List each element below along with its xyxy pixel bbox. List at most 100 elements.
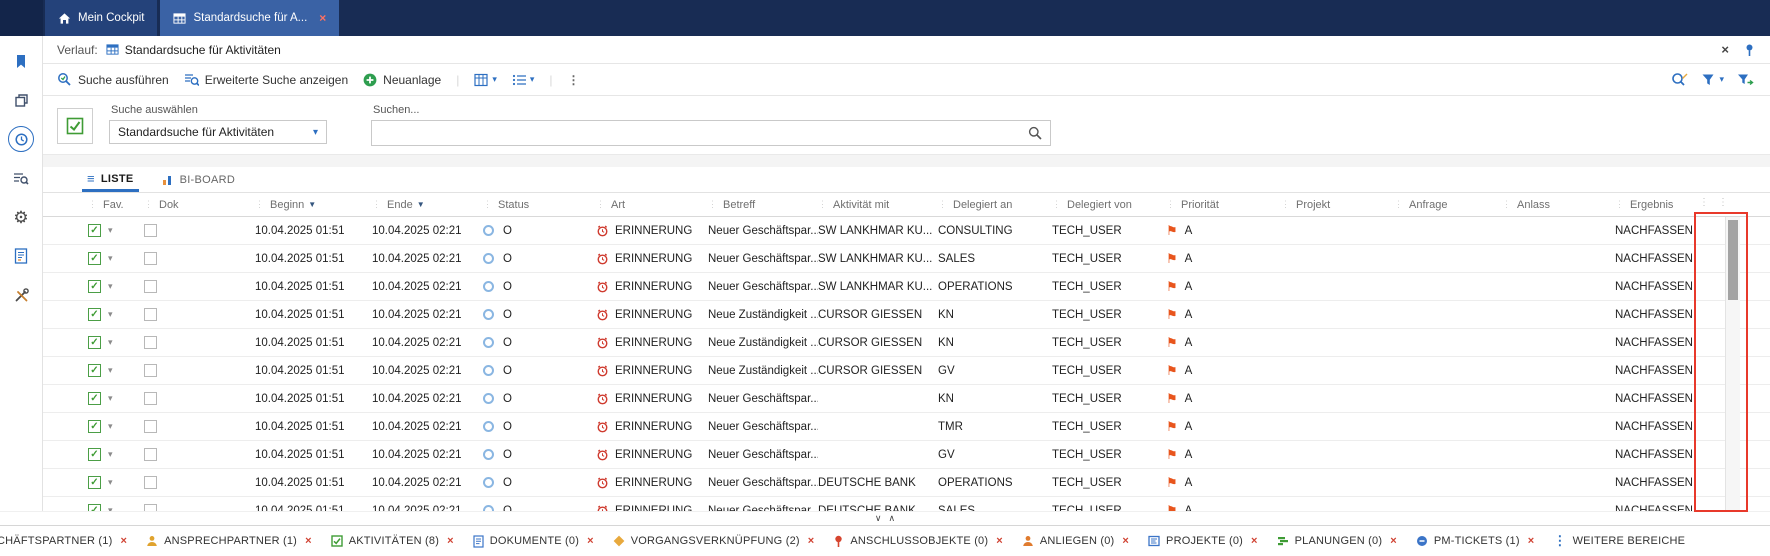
table-row[interactable]: ✓ ▾ 10.04.2025 01:51 10.04.2025 02:21 O <box>43 329 1770 357</box>
bottom-tab-geschaeftspartner[interactable]: CHÄFTSPARTNER (1) × <box>0 535 127 547</box>
document-checkbox[interactable] <box>144 504 157 511</box>
bottom-tab-aktivitaeten[interactable]: AKTIVITÄTEN (8) × <box>331 535 454 547</box>
favorite-checkbox[interactable]: ✓ <box>88 448 101 461</box>
column-header-dok[interactable]: Dok <box>144 199 255 211</box>
close-icon[interactable]: × <box>1390 535 1397 547</box>
bottom-tab-ansprechpartner[interactable]: ANSPRECHPARTNER (1) × <box>146 535 312 547</box>
document-checkbox[interactable] <box>144 392 157 405</box>
close-icon[interactable]: × <box>120 535 127 547</box>
document-checkbox[interactable] <box>144 448 157 461</box>
document-checkbox[interactable] <box>144 308 157 321</box>
filter-icon[interactable]: ▾ <box>1701 73 1724 87</box>
table-row[interactable]: ✓ ▾ 10.04.2025 01:51 10.04.2025 02:21 O <box>43 245 1770 273</box>
favorite-checkbox[interactable]: ✓ <box>88 392 101 405</box>
bottom-tab-pm-tickets[interactable]: PM-TICKETS (1) × <box>1416 535 1535 547</box>
bottom-tab-anschlussobjekte[interactable]: ANSCHLUSSOBJEKTE (0) × <box>833 535 1003 548</box>
close-icon[interactable]: × <box>447 535 454 547</box>
table-row[interactable]: ✓ ▾ 10.04.2025 01:51 10.04.2025 02:21 O <box>43 413 1770 441</box>
filter-apply-icon[interactable] <box>1737 73 1754 87</box>
close-icon[interactable]: × <box>1251 535 1258 547</box>
chevron-down-icon[interactable]: ▾ <box>108 449 113 460</box>
chevron-down-icon[interactable]: ▾ <box>108 477 113 488</box>
column-header-prioritaet[interactable]: Priorität <box>1166 199 1281 211</box>
chevron-down-icon[interactable]: ▾ <box>108 281 113 292</box>
history-entry[interactable]: Standardsuche für Aktivitäten <box>106 43 281 57</box>
bottom-tab-vorgangsverknuepfung[interactable]: VORGANGSVERKNÜPFUNG (2) × <box>613 535 815 547</box>
favorite-checkbox[interactable]: ✓ <box>88 364 101 377</box>
more-actions-icon[interactable]: ⋮ <box>568 73 580 87</box>
bottom-tab-dokumente[interactable]: DOKUMENTE (0) × <box>473 535 594 548</box>
chevron-down-icon[interactable]: ▾ <box>108 505 113 511</box>
bottom-tab-anliegen[interactable]: ANLIEGEN (0) × <box>1022 535 1129 547</box>
vertical-scrollbar[interactable] <box>1725 217 1740 511</box>
favorite-checkbox[interactable]: ✓ <box>88 308 101 321</box>
search-input[interactable] <box>380 125 1028 141</box>
close-panel-icon[interactable]: × <box>1721 42 1729 57</box>
column-header-fav[interactable]: Fav. <box>88 199 144 211</box>
column-header-ende[interactable]: Ende▼ <box>372 199 483 211</box>
chevron-down-icon[interactable]: ▾ <box>108 421 113 432</box>
table-row[interactable]: ✓ ▾ 10.04.2025 01:51 10.04.2025 02:21 O <box>43 217 1770 245</box>
edit-search-icon[interactable] <box>1671 72 1688 88</box>
history-clock-icon[interactable] <box>8 126 34 152</box>
bottom-tab-planungen[interactable]: PLANUNGEN (0) × <box>1277 535 1397 547</box>
favorite-checkbox[interactable]: ✓ <box>88 252 101 265</box>
column-header-delegiert-an[interactable]: Delegiert an <box>938 199 1052 211</box>
close-icon[interactable]: × <box>1528 535 1535 547</box>
pin-icon[interactable] <box>1743 43 1756 57</box>
column-header-projekt[interactable]: Projekt <box>1281 199 1394 211</box>
chevron-down-icon[interactable]: ▾ <box>108 253 113 264</box>
advanced-search-button[interactable]: Erweiterte Suche anzeigen <box>184 72 348 87</box>
search-icon[interactable] <box>1028 126 1042 140</box>
favorite-checkbox[interactable]: ✓ <box>88 476 101 489</box>
list-view-button[interactable]: ▾ <box>512 73 535 87</box>
collapse-up-icon[interactable]: ∧ <box>889 513 896 524</box>
chevron-down-icon[interactable]: ▾ <box>108 337 113 348</box>
admin-tools-icon[interactable] <box>8 282 34 308</box>
column-header-aktivitaet-mit[interactable]: Aktivität mit <box>818 199 938 211</box>
favorite-checkbox[interactable]: ✓ <box>88 420 101 433</box>
table-row[interactable]: ✓ ▾ 10.04.2025 01:51 10.04.2025 02:21 O <box>43 301 1770 329</box>
close-icon[interactable]: × <box>587 535 594 547</box>
document-checkbox[interactable] <box>144 252 157 265</box>
search-list-icon[interactable] <box>8 165 34 191</box>
chevron-down-icon[interactable]: ▾ <box>108 309 113 320</box>
column-resize-handles[interactable]: ⋮⋮ <box>1699 197 1728 208</box>
tab-standardsuche[interactable]: Standardsuche für A... × <box>160 0 339 36</box>
search-select[interactable]: Standardsuche für Aktivitäten ▾ <box>109 120 327 144</box>
table-row[interactable]: ✓ ▾ 10.04.2025 01:51 10.04.2025 02:21 O <box>43 273 1770 301</box>
tab-mein-cockpit[interactable]: Mein Cockpit <box>45 0 157 36</box>
document-checkbox[interactable] <box>144 476 157 489</box>
table-row[interactable]: ✓ ▾ 10.04.2025 01:51 10.04.2025 02:21 O <box>43 385 1770 413</box>
favorite-checkbox[interactable]: ✓ <box>88 280 101 293</box>
chevron-down-icon[interactable]: ▾ <box>108 393 113 404</box>
close-icon[interactable]: × <box>1122 535 1129 547</box>
document-checkbox[interactable] <box>144 336 157 349</box>
grid-view-button[interactable]: ▾ <box>474 73 497 87</box>
column-header-art[interactable]: Art <box>596 199 708 211</box>
favorite-checkbox[interactable]: ✓ <box>88 336 101 349</box>
windows-icon[interactable] <box>8 87 34 113</box>
table-row[interactable]: ✓ ▾ 10.04.2025 01:51 10.04.2025 02:21 O <box>43 469 1770 497</box>
column-header-status[interactable]: Status <box>483 199 596 211</box>
document-checkbox[interactable] <box>144 364 157 377</box>
document-checkbox[interactable] <box>144 224 157 237</box>
report-document-icon[interactable] <box>8 243 34 269</box>
collapse-down-icon[interactable]: ∨ <box>875 513 882 524</box>
activity-type-icon[interactable] <box>57 108 93 144</box>
settings-gear-icon[interactable]: ⚙ <box>8 204 34 230</box>
run-search-button[interactable]: Suche ausführen <box>57 72 169 87</box>
tab-bi-board[interactable]: BI-BOARD <box>162 174 236 192</box>
close-icon[interactable]: × <box>996 535 1003 547</box>
column-header-delegiert-von[interactable]: Delegiert von <box>1052 199 1166 211</box>
close-tab-icon[interactable]: × <box>319 11 326 25</box>
scrollbar-thumb[interactable] <box>1728 220 1738 300</box>
new-record-button[interactable]: Neuanlage <box>363 73 441 87</box>
favorite-checkbox[interactable]: ✓ <box>88 504 101 511</box>
column-header-anlass[interactable]: Anlass <box>1502 199 1615 211</box>
document-checkbox[interactable] <box>144 420 157 433</box>
close-icon[interactable]: × <box>305 535 312 547</box>
bottom-tab-projekte[interactable]: PROJEKTE (0) × <box>1148 535 1258 547</box>
column-header-betreff[interactable]: Betreff <box>708 199 818 211</box>
chevron-down-icon[interactable]: ▾ <box>108 225 113 236</box>
